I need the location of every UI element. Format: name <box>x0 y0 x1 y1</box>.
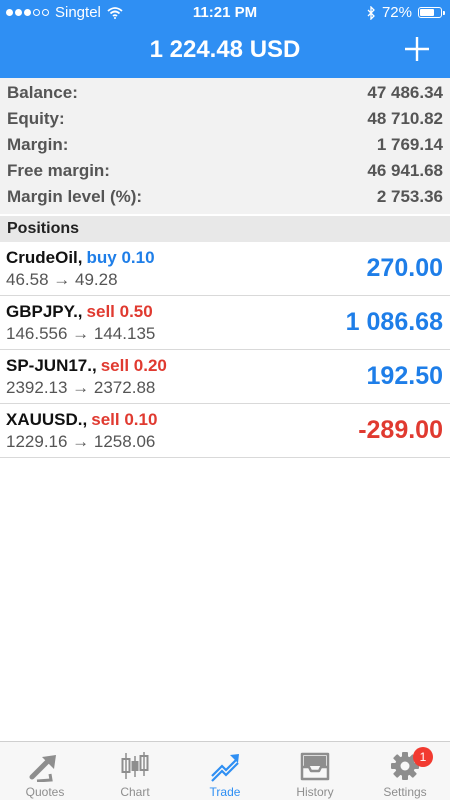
summary-label: Free margin: <box>7 161 110 180</box>
summary-value: 48 710.82 <box>367 109 443 128</box>
positions-title: Positions <box>7 220 80 237</box>
trade-icon <box>211 754 239 782</box>
position-profit: 270.00 <box>366 254 443 282</box>
bottom-tab-bar: Quotes Chart Trade History 1 Settings <box>0 741 450 800</box>
page-title: 1 224.48 USD <box>149 36 301 63</box>
battery-icon <box>418 7 445 18</box>
summary-row-margin-level: Margin level (%): 2 753.36 <box>7 185 443 209</box>
position-title: XAUUSD., sell 0.10 <box>6 410 157 430</box>
position-row[interactable]: CrudeOil, buy 0.10 46.58 → 49.28 270.00 <box>0 242 450 296</box>
summary-row-balance: Balance: 47 486.34 <box>7 81 443 105</box>
summary-row-equity: Equity: 48 710.82 <box>7 107 443 131</box>
position-symbol: SP-JUN17., <box>6 356 97 375</box>
position-row[interactable]: GBPJPY., sell 0.50 146.556 → 144.135 1 08… <box>0 296 450 350</box>
tab-quotes[interactable]: Quotes <box>0 742 90 801</box>
position-profit: 1 086.68 <box>345 308 443 336</box>
position-action: sell 0.10 <box>91 410 158 429</box>
plus-icon <box>405 37 429 61</box>
position-prices: 2392.13 → 2372.88 <box>6 378 156 397</box>
notification-badge: 1 <box>413 747 433 767</box>
position-title: SP-JUN17., sell 0.20 <box>6 356 167 376</box>
quotes-icon <box>29 755 56 782</box>
battery-fill <box>420 9 435 16</box>
summary-value: 47 486.34 <box>367 83 443 102</box>
tab-label: Trade <box>209 785 241 799</box>
candlestick-chart-icon <box>121 752 149 779</box>
top-header: Singtel 11:21 PM 72% 1 224.48 USD <box>0 0 450 78</box>
summary-label: Balance: <box>7 83 78 102</box>
position-profit: -289.00 <box>358 416 443 444</box>
position-prices: 146.556 → 144.135 <box>6 324 156 343</box>
account-summary: Balance: 47 486.34 Equity: 48 710.82 Mar… <box>0 78 450 214</box>
battery-percent: 72% <box>381 4 412 21</box>
position-profit: 192.50 <box>366 362 443 390</box>
tab-settings[interactable]: 1 Settings <box>360 742 450 801</box>
status-bar: Singtel 11:21 PM 72% <box>0 0 450 26</box>
status-right: 72% <box>367 4 445 21</box>
position-action: sell 0.50 <box>86 302 153 321</box>
position-symbol: CrudeOil, <box>6 248 83 267</box>
tab-chart[interactable]: Chart <box>90 742 180 801</box>
position-action: buy 0.10 <box>86 248 155 267</box>
summary-row-free-margin: Free margin: 46 941.68 <box>7 159 443 183</box>
summary-label: Margin: <box>7 135 69 154</box>
tab-label: History <box>296 785 334 799</box>
tab-history[interactable]: History <box>270 742 360 801</box>
bluetooth-icon <box>367 5 375 20</box>
position-row[interactable]: XAUUSD., sell 0.10 1229.16 → 1258.06 -289… <box>0 404 450 458</box>
position-symbol: GBPJPY., <box>6 302 83 321</box>
tab-trade[interactable]: Trade <box>180 742 270 801</box>
tab-label: Settings <box>383 785 427 799</box>
position-title: GBPJPY., sell 0.50 <box>6 302 153 322</box>
position-row[interactable]: SP-JUN17., sell 0.20 2392.13 → 2372.88 19… <box>0 350 450 404</box>
add-order-button[interactable] <box>402 34 432 64</box>
tab-label: Quotes <box>25 785 65 799</box>
summary-value: 2 753.36 <box>376 187 443 206</box>
position-prices: 1229.16 → 1258.06 <box>6 432 156 451</box>
summary-value: 46 941.68 <box>367 161 443 180</box>
summary-row-margin: Margin: 1 769.14 <box>7 133 443 157</box>
position-prices: 46.58 → 49.28 <box>6 270 118 289</box>
position-title: CrudeOil, buy 0.10 <box>6 248 155 268</box>
tab-label: Chart <box>120 785 150 799</box>
inbox-history-icon <box>300 752 330 781</box>
position-action: sell 0.20 <box>100 356 167 375</box>
position-symbol: XAUUSD., <box>6 410 88 429</box>
summary-label: Equity: <box>7 109 65 128</box>
summary-label: Margin level (%): <box>7 187 143 206</box>
summary-value: 1 769.14 <box>376 135 443 154</box>
positions-section-header: Positions <box>0 216 450 242</box>
